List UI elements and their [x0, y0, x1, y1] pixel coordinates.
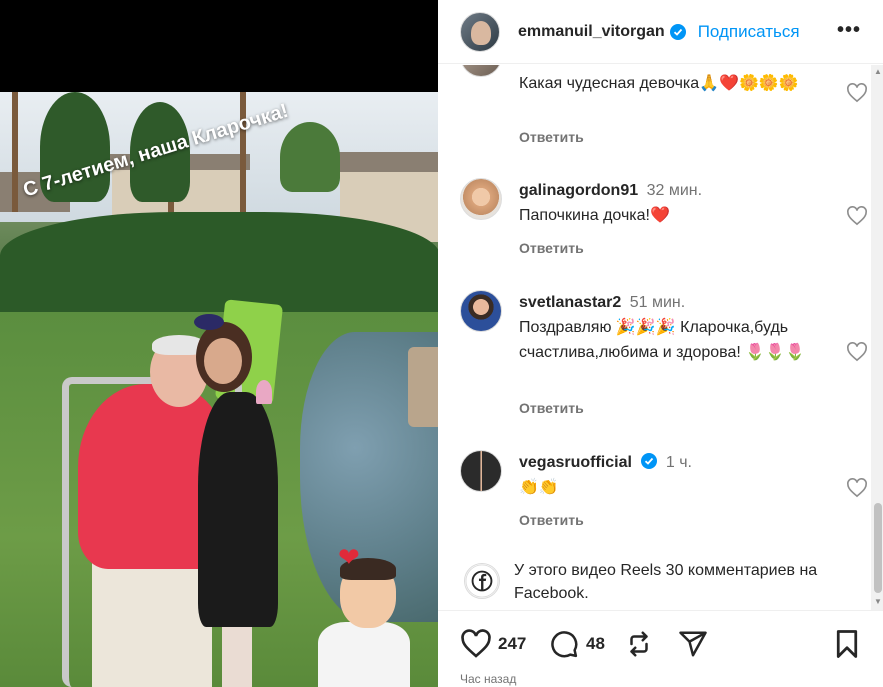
comment-username[interactable]: svetlanastar2 — [519, 294, 621, 311]
verified-icon — [669, 23, 686, 40]
post-actions-bar: 247 48 — [438, 610, 883, 660]
comments-list[interactable]: Какая чудесная девочка🙏❤️🌼🌼🌼 Ответить ga… — [438, 65, 870, 610]
stone-wall — [408, 347, 438, 427]
comment-time: 32 мин. — [646, 182, 703, 199]
comment-text: Какая чудесная девочка🙏❤️🌼🌼🌼 — [519, 75, 799, 92]
share-button[interactable] — [678, 629, 708, 659]
like-comment-icon[interactable] — [846, 83, 868, 103]
comment-time: 1 ч. — [665, 454, 692, 471]
reply-button[interactable]: Ответить — [519, 240, 584, 256]
like-comment-icon[interactable] — [846, 206, 868, 226]
share-icon — [679, 631, 707, 657]
facebook-icon — [464, 563, 500, 599]
reply-button[interactable]: Ответить — [519, 512, 584, 528]
avatar[interactable] — [460, 65, 502, 77]
comment-username[interactable]: galinagordon91 — [519, 182, 638, 199]
author-username[interactable]: emmanuil_vitorgan — [518, 23, 665, 41]
verified-icon — [641, 453, 658, 469]
like-button[interactable]: 247 — [460, 629, 526, 659]
ice-cream — [256, 380, 272, 404]
reply-button[interactable]: Ответить — [519, 129, 584, 145]
comment-time: 51 мин. — [629, 294, 686, 311]
scroll-up-icon[interactable]: ▲ — [874, 67, 882, 76]
post-media[interactable]: ❤ С 7-летием, наша Кларочка! — [0, 0, 438, 687]
comment-text: vegasruofficial 1 ч. 👏👏 — [519, 453, 692, 496]
like-icon — [461, 629, 491, 658]
save-button[interactable] — [834, 629, 860, 659]
comments-scrollbar[interactable]: ▲ ▼ — [871, 65, 883, 610]
repost-icon — [630, 631, 648, 657]
reply-button[interactable]: Ответить — [519, 400, 584, 416]
avatar[interactable] — [460, 178, 502, 220]
facebook-note-text: У этого видео Reels 30 комментариев на F… — [514, 562, 818, 602]
comment-icon — [551, 631, 578, 658]
girl-face — [204, 338, 242, 384]
post-details-panel: emmanuil_vitorgan Подписаться ••• Какая … — [438, 0, 883, 687]
follow-button[interactable]: Подписаться — [698, 22, 800, 42]
heart-sticker-icon: ❤ — [338, 542, 360, 572]
post-header: emmanuil_vitorgan Подписаться ••• — [438, 0, 883, 64]
scroll-down-icon[interactable]: ▼ — [874, 597, 882, 606]
girl-bow — [194, 314, 224, 330]
comments-count[interactable]: 48 — [586, 634, 605, 654]
repost-button[interactable] — [624, 629, 654, 659]
avatar[interactable] — [460, 450, 502, 492]
like-comment-icon[interactable] — [846, 478, 868, 498]
comment-username[interactable]: vegasruofficial — [519, 454, 632, 471]
girl-dress — [198, 392, 278, 627]
post-timestamp: Час назад — [460, 672, 517, 686]
girl-legs — [222, 617, 252, 687]
comment-button[interactable]: 48 — [548, 629, 605, 659]
scroll-thumb[interactable] — [874, 503, 882, 593]
avatar[interactable] — [460, 290, 502, 332]
comment-text: svetlanastar2 51 мин. Поздравляю 🎉🎉🎉 Кла… — [519, 294, 806, 361]
facebook-comments-note: У этого видео Reels 30 комментариев на F… — [460, 559, 870, 609]
comment-text: galinagordon91 32 мин. Папочкина дочка!❤… — [519, 182, 703, 224]
avatar-sticker: ❤ — [300, 542, 420, 687]
like-comment-icon[interactable] — [846, 342, 868, 362]
save-icon — [836, 630, 858, 658]
likes-count[interactable]: 247 — [498, 634, 526, 654]
more-icon[interactable]: ••• — [837, 20, 861, 40]
author-avatar[interactable] — [460, 11, 500, 52]
